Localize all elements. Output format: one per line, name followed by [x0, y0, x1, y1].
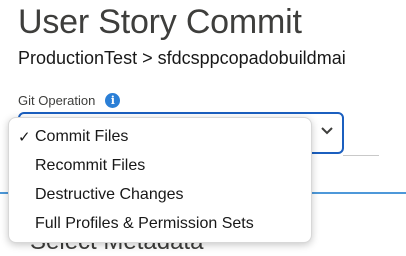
page-title: User Story Commit — [18, 3, 302, 41]
option-label: Recommit Files — [35, 156, 146, 174]
option-destructive-changes[interactable]: Destructive Changes — [9, 180, 311, 209]
info-icon[interactable]: i — [105, 92, 121, 108]
option-label: Destructive Changes — [35, 185, 184, 203]
git-operation-dropdown: ✓ Commit Files Recommit Files Destructiv… — [8, 117, 312, 243]
breadcrumb: ProductionTest > sfdcsppcopadobuildmai — [18, 48, 346, 68]
option-label: Full Profiles & Permission Sets — [35, 214, 254, 232]
option-full-profiles-permission-sets[interactable]: Full Profiles & Permission Sets — [9, 209, 311, 238]
chevron-down-icon — [320, 124, 334, 138]
git-operation-label-row: Git Operation i — [18, 90, 121, 110]
option-commit-files[interactable]: ✓ Commit Files — [9, 122, 311, 151]
git-operation-label: Git Operation — [18, 92, 96, 108]
checkmark-icon: ✓ — [18, 128, 31, 146]
option-recommit-files[interactable]: Recommit Files — [9, 151, 311, 180]
option-label: Commit Files — [35, 127, 129, 145]
field-underline — [343, 155, 379, 156]
